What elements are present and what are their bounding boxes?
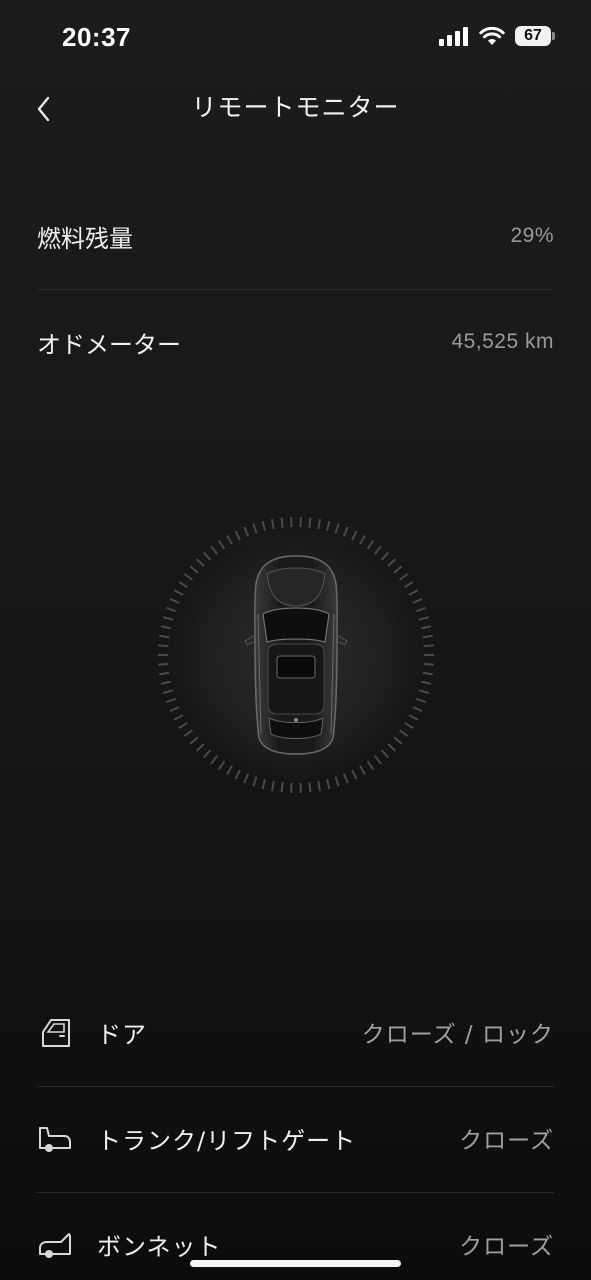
dial-tick: [280, 782, 284, 793]
bonnet-value: クローズ: [459, 1234, 554, 1260]
wifi-icon: [479, 26, 505, 45]
door-status-row[interactable]: ドア クローズ / ロック: [37, 1004, 554, 1060]
clock: 20:37: [62, 22, 131, 52]
dial-tick: [158, 662, 169, 666]
odometer-value: 45,525 km: [451, 330, 554, 353]
page-title: リモートモニター: [191, 93, 400, 122]
dial-tick: [423, 662, 434, 666]
cellular-signal-icon: [439, 27, 468, 46]
status-bar: 20:37 67: [0, 0, 591, 80]
door-label: ドア: [97, 1020, 147, 1049]
fuel-level-row: 燃料残量 29%: [37, 210, 554, 262]
fuel-level-label: 燃料残量: [37, 224, 133, 253]
odometer-row: オドメーター 45,525 km: [37, 316, 554, 368]
bonnet-icon: [39, 1233, 71, 1258]
dial-tick: [308, 782, 312, 793]
home-indicator[interactable]: [190, 1260, 401, 1267]
trunk-icon: [39, 1127, 71, 1152]
dial-tick: [308, 517, 312, 528]
car-top-view: [155, 514, 437, 796]
fuel-level-value: 29%: [510, 224, 554, 247]
navigation-bar: リモートモニター: [0, 78, 591, 130]
dial-tick: [159, 634, 170, 639]
trunk-label: トランク/リフトゲート: [97, 1126, 357, 1155]
status-icons: 67: [439, 26, 555, 46]
door-icon: [42, 1019, 70, 1047]
odometer-label: オドメーター: [37, 330, 181, 359]
car-dial-graphic: [158, 517, 434, 793]
door-value: クローズ / ロック: [361, 1022, 554, 1048]
dial-tick: [158, 644, 169, 648]
divider: [37, 289, 554, 290]
dial-tick: [422, 671, 433, 676]
bonnet-label: ボンネット: [97, 1232, 222, 1261]
divider: [37, 1086, 554, 1087]
trunk-value: クローズ: [459, 1128, 554, 1154]
dial-tick: [159, 671, 170, 676]
dial-tick: [280, 517, 284, 528]
divider: [37, 1192, 554, 1193]
trunk-status-row[interactable]: トランク/リフトゲート クローズ: [37, 1110, 554, 1166]
dial-tick: [423, 644, 434, 648]
battery-indicator: 67: [515, 26, 555, 46]
dial-tick: [422, 634, 433, 639]
